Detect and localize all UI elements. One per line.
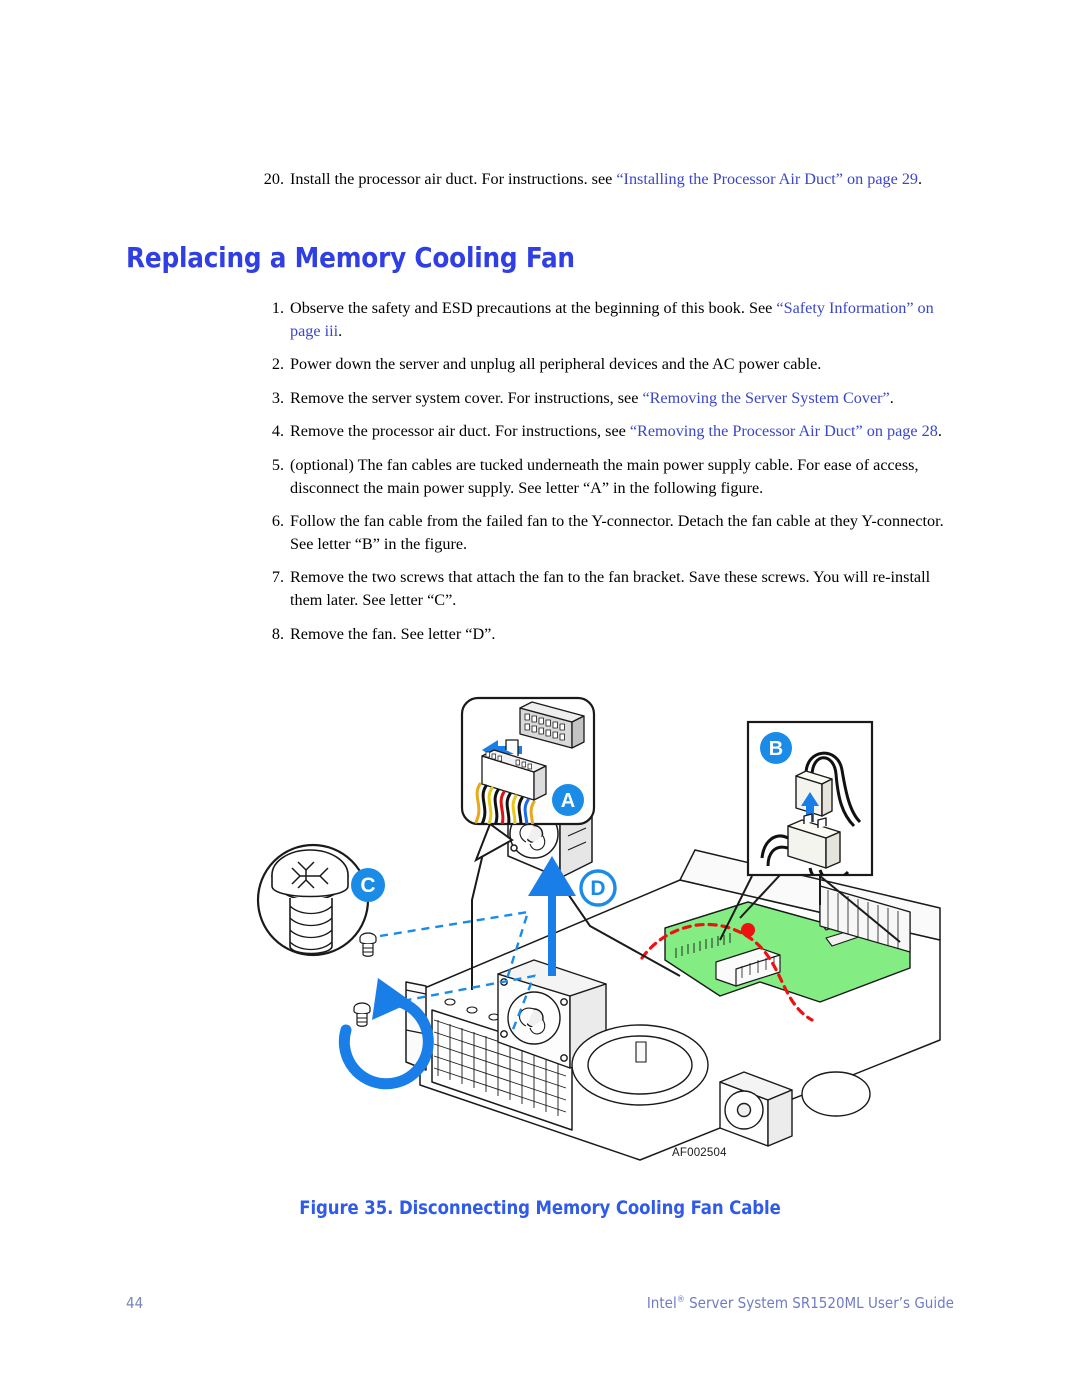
- chassis-line-art: [405, 849, 941, 1161]
- instruction-list-main: 1. Observe the safety and ESD precautions…: [258, 297, 948, 656]
- instruction-number: 1.: [271, 299, 284, 317]
- instruction-number: 2.: [271, 355, 284, 374]
- instruction-item: 5. (optional) The fan cables are tucked u…: [258, 454, 948, 499]
- instruction-item: 4. Remove the processor air duct. For ins…: [258, 420, 948, 443]
- footer-page-number: 44: [126, 1294, 144, 1312]
- callout-badge-C: C: [351, 868, 385, 902]
- callout-badge-D: D: [579, 869, 617, 907]
- instruction-text: Remove the processor air duct. For instr…: [290, 422, 630, 441]
- cross-reference-link[interactable]: “Removing the Server System Cover”: [642, 389, 889, 407]
- instruction-number: 3.: [271, 388, 284, 407]
- footer-title-rest: Server System SR1520ML User’s Guide: [684, 1294, 954, 1312]
- instruction-item: 2. Power down the server and unplug all p…: [258, 353, 948, 376]
- callout-box-B: B: [746, 720, 874, 877]
- instruction-text: .: [937, 422, 942, 441]
- instruction-item: 1. Observe the safety and ESD precautions…: [258, 297, 948, 342]
- instruction-number: 4.: [271, 422, 284, 441]
- svg-text:B: B: [769, 738, 783, 760]
- instruction-number: 20.: [263, 170, 284, 188]
- cross-reference-link[interactable]: “Installing the Processor Air Duct” on p…: [616, 170, 918, 188]
- cable-origin-dot: [741, 923, 755, 937]
- section-heading: Replacing a Memory Cooling Fan: [126, 242, 575, 274]
- instruction-text: .: [338, 321, 343, 340]
- instruction-text: Observe the safety and ESD precautions a…: [290, 299, 777, 317]
- instruction-text: Power down the server and unplug all per…: [290, 355, 822, 374]
- instruction-item: 8. Remove the fan. See letter “D”.: [258, 623, 948, 646]
- figure-caption: Figure 35. Disconnecting Memory Cooling …: [299, 1198, 781, 1219]
- instruction-number: 5.: [271, 455, 284, 474]
- instruction-text: (optional) The fan cables are tucked und…: [290, 455, 919, 497]
- instruction-text: .: [918, 170, 923, 188]
- instruction-number: 7.: [271, 568, 284, 587]
- screw-magnifier-circle: [256, 843, 370, 957]
- instruction-text: Remove the server system cover. For inst…: [290, 388, 643, 407]
- footer-title-prefix: Intel: [646, 1294, 677, 1312]
- instruction-item: 6. Follow the fan cable from the failed f…: [258, 510, 948, 555]
- svg-text:A: A: [561, 790, 575, 812]
- instruction-number: 8.: [271, 624, 284, 643]
- instruction-list-continued: 20. Install the processor air duct. For i…: [258, 168, 948, 202]
- fan-screws: [353, 932, 377, 1027]
- instruction-number: 6.: [271, 512, 284, 531]
- instruction-text: Follow the fan cable from the failed fan…: [290, 512, 944, 553]
- instruction-item: 3. Remove the server system cover. For in…: [258, 387, 948, 410]
- instruction-text: Remove the fan. See letter “D”.: [290, 624, 496, 643]
- figure-illustration: D C A B: [120, 690, 960, 1170]
- svg-text:C: C: [360, 874, 375, 897]
- registered-mark-icon: ®: [676, 1295, 685, 1305]
- instruction-text: Install the processor air duct. For inst…: [290, 170, 617, 188]
- instruction-item: 7. Remove the two screws that attach the …: [258, 566, 948, 611]
- svg-text:D: D: [590, 877, 605, 900]
- document-page: 20. Install the processor air duct. For i…: [0, 0, 1080, 1397]
- instruction-text: .: [889, 388, 894, 407]
- footer-document-title: Intel® Server System SR1520ML User’s Gui…: [647, 1294, 954, 1312]
- instruction-text: Remove the two screws that attach the fa…: [290, 568, 931, 609]
- instruction-item: 20. Install the processor air duct. For i…: [258, 168, 948, 191]
- figure-id-label: AF002504: [672, 1147, 727, 1159]
- cross-reference-link[interactable]: “Removing the Processor Air Duct” on pag…: [630, 422, 938, 440]
